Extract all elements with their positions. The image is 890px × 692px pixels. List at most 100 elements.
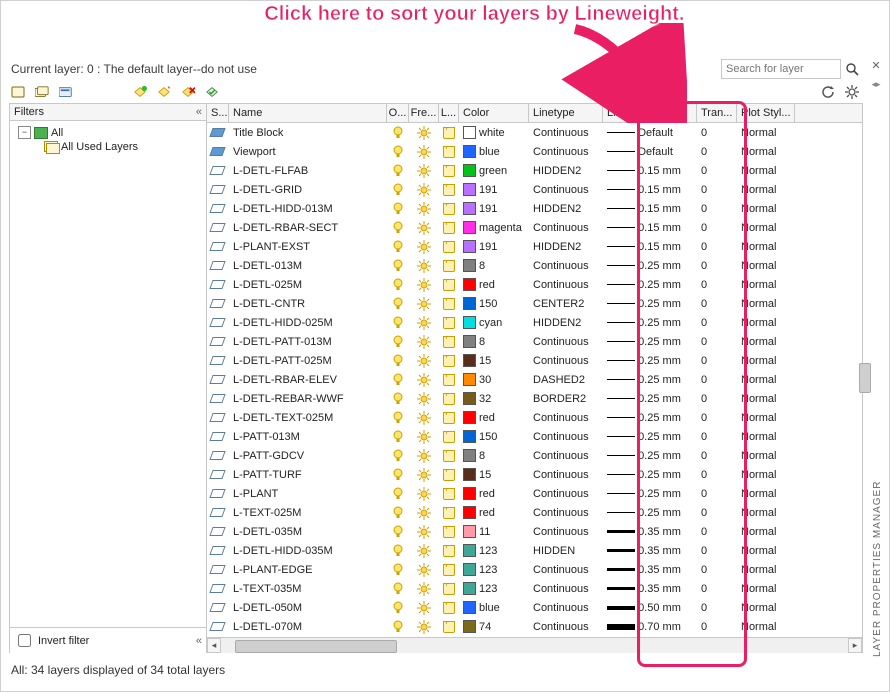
color-swatch[interactable] xyxy=(463,620,476,633)
cell-lineweight[interactable]: 0.15 mm xyxy=(603,241,697,253)
cell-on[interactable] xyxy=(387,563,409,577)
cell-transparency[interactable]: 0 xyxy=(697,374,737,386)
cell-transparency[interactable]: 0 xyxy=(697,469,737,481)
table-row[interactable]: L-PLANT-EDGE123Continuous 0.35 mm0Normal xyxy=(207,560,862,579)
cell-transparency[interactable]: 0 xyxy=(697,279,737,291)
color-swatch[interactable] xyxy=(463,164,476,177)
cell-freeze[interactable] xyxy=(409,392,439,406)
sun-icon[interactable] xyxy=(417,620,431,634)
cell-color[interactable]: white xyxy=(459,126,529,139)
cell-on[interactable] xyxy=(387,297,409,311)
cell-lock[interactable] xyxy=(439,393,459,405)
color-swatch[interactable] xyxy=(463,487,476,500)
cell-plotstyle[interactable]: Normal xyxy=(737,298,795,310)
cell-on[interactable] xyxy=(387,506,409,520)
sun-icon[interactable] xyxy=(417,544,431,558)
sun-icon[interactable] xyxy=(417,411,431,425)
color-swatch[interactable] xyxy=(463,411,476,424)
cell-linetype[interactable]: HIDDEN2 xyxy=(529,203,603,215)
cell-freeze[interactable] xyxy=(409,373,439,387)
color-swatch[interactable] xyxy=(463,335,476,348)
vertical-scroll-thumb[interactable] xyxy=(859,363,871,393)
cell-freeze[interactable] xyxy=(409,126,439,140)
sun-icon[interactable] xyxy=(417,316,431,330)
cell-linetype[interactable]: Continuous xyxy=(529,526,603,538)
padlock-icon[interactable] xyxy=(443,488,455,500)
color-swatch[interactable] xyxy=(463,145,476,158)
cell-linetype[interactable]: Continuous xyxy=(529,564,603,576)
cell-on[interactable] xyxy=(387,468,409,482)
cell-color[interactable]: 191 xyxy=(459,183,529,196)
table-row[interactable]: L-DETL-CNTR150CENTER2 0.25 mm0Normal xyxy=(207,294,862,313)
cell-plotstyle[interactable]: Normal xyxy=(737,184,795,196)
cell-freeze[interactable] xyxy=(409,164,439,178)
close-icon[interactable]: ✕ xyxy=(869,59,883,73)
table-row[interactable]: L-TEXT-035M123Continuous 0.35 mm0Normal xyxy=(207,579,862,598)
sun-icon[interactable] xyxy=(417,183,431,197)
cell-linetype[interactable]: HIDDEN xyxy=(529,545,603,557)
cell-linetype[interactable]: HIDDEN2 xyxy=(529,317,603,329)
cell-freeze[interactable] xyxy=(409,601,439,615)
color-swatch[interactable] xyxy=(463,202,476,215)
bulb-icon[interactable] xyxy=(393,468,403,482)
cell-lineweight[interactable]: 0.35 mm xyxy=(603,545,697,557)
cell-freeze[interactable] xyxy=(409,430,439,444)
bulb-icon[interactable] xyxy=(393,525,403,539)
cell-transparency[interactable]: 0 xyxy=(697,526,737,538)
cell-linetype[interactable]: Continuous xyxy=(529,488,603,500)
cell-lock[interactable] xyxy=(439,374,459,386)
cell-lock[interactable] xyxy=(439,127,459,139)
color-swatch[interactable] xyxy=(463,354,476,367)
cell-freeze[interactable] xyxy=(409,563,439,577)
padlock-icon[interactable] xyxy=(443,583,455,595)
filters-collapse-icon[interactable]: « xyxy=(196,106,202,118)
sun-icon[interactable] xyxy=(417,164,431,178)
cell-lineweight[interactable]: 0.25 mm xyxy=(603,431,697,443)
cell-linetype[interactable]: Continuous xyxy=(529,507,603,519)
cell-on[interactable] xyxy=(387,373,409,387)
sun-icon[interactable] xyxy=(417,392,431,406)
bulb-icon[interactable] xyxy=(393,506,403,520)
cell-lock[interactable] xyxy=(439,469,459,481)
padlock-icon[interactable] xyxy=(443,317,455,329)
cell-color[interactable]: 191 xyxy=(459,202,529,215)
sun-icon[interactable] xyxy=(417,468,431,482)
sun-icon[interactable] xyxy=(417,449,431,463)
bulb-icon[interactable] xyxy=(393,335,403,349)
cell-transparency[interactable]: 0 xyxy=(697,127,737,139)
cell-transparency[interactable]: 0 xyxy=(697,222,737,234)
cell-lock[interactable] xyxy=(439,431,459,443)
sun-icon[interactable] xyxy=(417,373,431,387)
cell-color[interactable]: red xyxy=(459,411,529,424)
cell-plotstyle[interactable]: Normal xyxy=(737,393,795,405)
cell-color[interactable]: cyan xyxy=(459,316,529,329)
bulb-icon[interactable] xyxy=(393,164,403,178)
cell-on[interactable] xyxy=(387,544,409,558)
cell-freeze[interactable] xyxy=(409,525,439,539)
table-row[interactable]: L-TEXT-025MredContinuous 0.25 mm0Normal xyxy=(207,503,862,522)
cell-lineweight[interactable]: 0.25 mm xyxy=(603,412,697,424)
cell-lineweight[interactable]: 0.25 mm xyxy=(603,298,697,310)
sun-icon[interactable] xyxy=(417,601,431,615)
cell-linetype[interactable]: Continuous xyxy=(529,222,603,234)
cell-lock[interactable] xyxy=(439,165,459,177)
pin-chevron-icon[interactable]: ◂▸ xyxy=(869,79,883,90)
sun-icon[interactable] xyxy=(417,297,431,311)
horizontal-scrollbar[interactable]: ◂ ▸ xyxy=(207,637,862,653)
cell-freeze[interactable] xyxy=(409,449,439,463)
bulb-icon[interactable] xyxy=(393,373,403,387)
padlock-icon[interactable] xyxy=(443,450,455,462)
cell-linetype[interactable]: Continuous xyxy=(529,469,603,481)
cell-color[interactable]: blue xyxy=(459,145,529,158)
cell-lineweight[interactable]: 0.35 mm xyxy=(603,583,697,595)
cell-lineweight[interactable]: 0.25 mm xyxy=(603,374,697,386)
table-row[interactable]: L-DETL-050MblueContinuous 0.50 mm0Normal xyxy=(207,598,862,617)
cell-color[interactable]: 191 xyxy=(459,240,529,253)
cell-plotstyle[interactable]: Normal xyxy=(737,374,795,386)
table-row[interactable]: L-DETL-TEXT-025MredContinuous 0.25 mm0No… xyxy=(207,408,862,427)
cell-lock[interactable] xyxy=(439,336,459,348)
cell-freeze[interactable] xyxy=(409,297,439,311)
cell-linetype[interactable]: Continuous xyxy=(529,260,603,272)
new-layer-icon[interactable] xyxy=(133,85,147,99)
cell-transparency[interactable]: 0 xyxy=(697,583,737,595)
